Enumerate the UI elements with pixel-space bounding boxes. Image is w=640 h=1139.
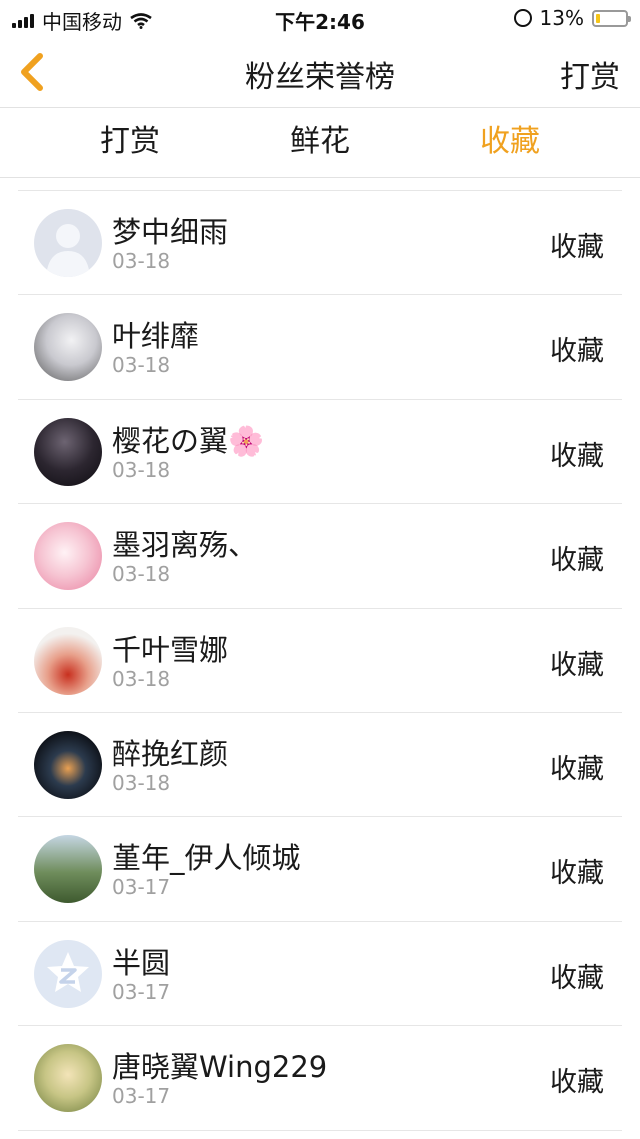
avatar bbox=[34, 417, 102, 486]
battery-percent: 13% bbox=[539, 6, 584, 30]
fan-action: 收藏 bbox=[550, 336, 604, 368]
list-item[interactable]: 樱花の翼🌸 03-18 收藏 bbox=[18, 400, 622, 505]
fan-action: 收藏 bbox=[550, 858, 604, 890]
alarm-icon bbox=[513, 9, 532, 27]
nav-bar: 粉丝荣誉榜 打赏 bbox=[0, 36, 640, 108]
list-item[interactable]: 梦中细雨 03-18 收藏 bbox=[18, 191, 622, 296]
fan-action: 收藏 bbox=[550, 753, 604, 785]
avatar bbox=[34, 209, 102, 277]
avatar bbox=[34, 313, 102, 382]
tab-flowers[interactable]: 鲜花 bbox=[225, 108, 415, 177]
fan-action: 收藏 bbox=[550, 649, 604, 681]
battery-icon bbox=[592, 9, 631, 27]
fan-name: 堇年_伊人倾城 bbox=[112, 841, 301, 876]
fan-date: 03-17 bbox=[112, 875, 171, 900]
avatar bbox=[34, 939, 102, 1008]
list-item[interactable]: 千叶雪娜 03-18 收藏 bbox=[18, 609, 622, 713]
battery-fill bbox=[596, 13, 600, 23]
list-item[interactable]: 墨羽离殇、 03-18 收藏 bbox=[18, 504, 622, 609]
fan-action: 收藏 bbox=[550, 232, 604, 263]
page-title: 粉丝荣誉榜 bbox=[245, 60, 395, 95]
fan-action: 收藏 bbox=[550, 1067, 604, 1099]
fan-name: 墨羽离殇、 bbox=[112, 528, 258, 563]
list-item[interactable]: 叶绯靡 03-18 收藏 bbox=[18, 295, 622, 400]
fan-date: 03-18 bbox=[112, 770, 171, 795]
fan-name: 樱花の翼🌸 bbox=[112, 423, 265, 458]
fan-action: 收藏 bbox=[550, 440, 604, 472]
fan-name: 叶绯靡 bbox=[112, 319, 200, 354]
list-item[interactable]: 半圆 03-17 收藏 bbox=[18, 922, 622, 1027]
fan-date: 03-18 bbox=[112, 249, 171, 273]
status-bar: 中国移动 下午2:46 13% bbox=[0, 0, 640, 36]
status-right: 13% bbox=[513, 6, 631, 30]
fan-list: 梦中细雨 03-18 收藏 叶绯靡 03-18 收藏 樱花の翼🌸 03-18 收… bbox=[18, 190, 622, 1131]
reward-button[interactable]: 打赏 bbox=[560, 52, 620, 96]
fan-date: 03-18 bbox=[112, 353, 171, 378]
avatar bbox=[34, 1044, 102, 1113]
avatar bbox=[34, 730, 102, 799]
tab-bar: 打赏 鲜花 收藏 bbox=[0, 108, 640, 178]
qq-logo-icon bbox=[47, 951, 89, 992]
fan-action: 收藏 bbox=[550, 545, 604, 577]
fan-action: 收藏 bbox=[550, 962, 604, 994]
fan-name: 千叶雪娜 bbox=[112, 632, 229, 667]
tab-reward[interactable]: 打赏 bbox=[35, 108, 225, 177]
list-item[interactable]: 醉挽红颜 03-18 收藏 bbox=[18, 713, 622, 818]
fan-name: 梦中细雨 bbox=[112, 215, 229, 249]
list-item[interactable]: 堇年_伊人倾城 03-17 收藏 bbox=[18, 817, 622, 922]
avatar bbox=[34, 522, 102, 591]
avatar bbox=[34, 835, 102, 904]
fan-date: 03-18 bbox=[112, 666, 171, 691]
tab-collect[interactable]: 收藏 bbox=[415, 108, 605, 177]
fan-date: 03-18 bbox=[112, 562, 171, 587]
fan-name: 醉挽红颜 bbox=[112, 736, 229, 771]
fan-date: 03-17 bbox=[112, 1084, 171, 1109]
avatar bbox=[34, 626, 102, 695]
list-item[interactable]: 唐晓翼Wing229 03-17 收藏 bbox=[18, 1026, 622, 1131]
default-avatar-icon bbox=[46, 224, 90, 277]
fan-name: 唐晓翼Wing229 bbox=[112, 1050, 328, 1085]
fan-name: 半圆 bbox=[112, 945, 171, 980]
fan-date: 03-17 bbox=[112, 979, 171, 1004]
fan-date: 03-18 bbox=[112, 457, 171, 482]
